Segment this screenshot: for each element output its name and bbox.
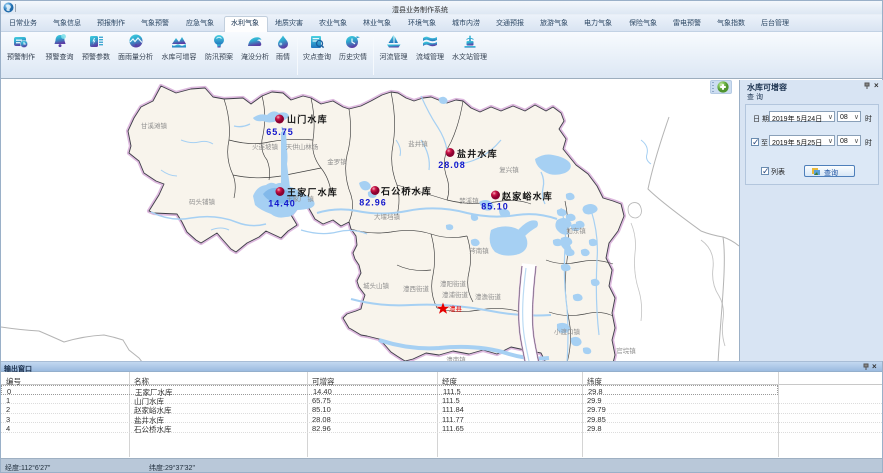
svg-text:城头山镇: 城头山镇 bbox=[363, 281, 390, 290]
svg-text:82.96: 82.96 bbox=[359, 198, 387, 208]
svg-text:码头铺镇: 码头铺镇 bbox=[189, 197, 216, 206]
svg-text:如东镇: 如东镇 bbox=[566, 226, 586, 235]
svg-text:澧阳街道: 澧阳街道 bbox=[440, 279, 467, 288]
svg-text:火连坡镇: 火连坡镇 bbox=[252, 142, 279, 151]
svg-text:28.08: 28.08 bbox=[438, 160, 466, 170]
svg-text:盐井水库: 盐井水库 bbox=[457, 148, 498, 159]
svg-text:澧西街道: 澧西街道 bbox=[403, 284, 430, 293]
svg-text:官垸镇: 官垸镇 bbox=[616, 346, 636, 355]
svg-text:梦溪镇: 梦溪镇 bbox=[459, 196, 479, 205]
svg-text:85.10: 85.10 bbox=[481, 202, 509, 212]
svg-text:甘溪滩镇: 甘溪滩镇 bbox=[141, 121, 168, 130]
svg-text:小渡口镇: 小渡口镇 bbox=[554, 327, 581, 336]
svg-text:王家厂水库: 王家厂水库 bbox=[287, 187, 338, 198]
svg-text:石公桥水库: 石公桥水库 bbox=[380, 186, 432, 197]
svg-text:大堰垱镇: 大堰垱镇 bbox=[374, 212, 401, 221]
svg-text:14.40: 14.40 bbox=[268, 199, 296, 209]
svg-text:澧浦街道: 澧浦街道 bbox=[442, 290, 469, 299]
svg-text:澧县: 澧县 bbox=[449, 304, 463, 313]
svg-text:澧澹街道: 澧澹街道 bbox=[475, 292, 502, 301]
svg-text:天供山林场: 天供山林场 bbox=[286, 142, 319, 151]
svg-text:复兴镇: 复兴镇 bbox=[499, 165, 519, 174]
svg-text:65.75: 65.75 bbox=[266, 127, 294, 137]
svg-text:山门水库: 山门水库 bbox=[287, 114, 328, 125]
svg-text:盐井镇: 盐井镇 bbox=[408, 139, 428, 148]
svg-text:金罗镇: 金罗镇 bbox=[327, 157, 347, 166]
svg-text:赵家峪水库: 赵家峪水库 bbox=[501, 191, 553, 202]
svg-text:涔南镇: 涔南镇 bbox=[469, 246, 489, 255]
